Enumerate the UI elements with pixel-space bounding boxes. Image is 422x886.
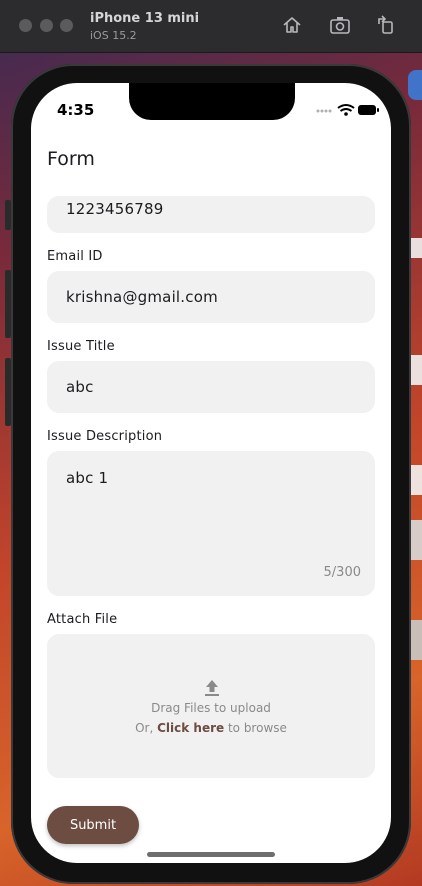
close-window-button[interactable] (19, 19, 32, 32)
browse-link[interactable]: Click here (157, 721, 224, 735)
home-indicator[interactable] (147, 852, 275, 857)
os-version: iOS 15.2 (90, 29, 137, 42)
phone-value: 1223456789 (66, 200, 164, 218)
device-name: iPhone 13 mini (90, 11, 200, 26)
wifi-icon (337, 104, 355, 116)
status-icons (316, 104, 379, 116)
signal-dots-icon (316, 109, 332, 113)
page-title: Form (47, 148, 95, 170)
simulator-title-bar: iPhone 13 mini iOS 15.2 (0, 0, 422, 53)
email-field[interactable]: krishna@gmail.com (47, 271, 375, 323)
status-time: 4:35 (57, 101, 95, 119)
issue-title-label: Issue Title (47, 339, 115, 354)
browse-prefix: Or, (135, 721, 158, 735)
upload-icon (205, 680, 219, 696)
rotate-icon[interactable] (375, 14, 397, 36)
issue-description-value: abc 1 (66, 469, 109, 487)
battery-icon (358, 105, 379, 115)
character-counter: 5/300 (323, 565, 361, 580)
issue-title-value: abc (66, 378, 94, 396)
desktop-folder-icon (408, 70, 422, 100)
volume-up-button (5, 270, 11, 338)
notch (129, 83, 295, 120)
browse-text: Or, Click here to browse (47, 721, 375, 735)
volume-down-button (5, 358, 11, 426)
drag-files-text: Drag Files to upload (151, 701, 271, 715)
email-label: Email ID (47, 249, 103, 264)
issue-description-field[interactable]: abc 1 5/300 (47, 451, 375, 596)
file-drop-zone[interactable]: Drag Files to upload Or, Click here to b… (47, 634, 375, 778)
phone-field[interactable]: 1223456789 (47, 196, 375, 233)
attach-file-label: Attach File (47, 612, 118, 627)
browse-suffix: to browse (224, 721, 287, 735)
mute-switch (5, 200, 11, 230)
issue-description-label: Issue Description (47, 429, 163, 444)
minimize-window-button[interactable] (40, 19, 53, 32)
screenshot-icon[interactable] (329, 14, 351, 36)
home-icon[interactable] (281, 14, 303, 36)
submit-button[interactable]: Submit (47, 806, 139, 844)
email-value: krishna@gmail.com (66, 288, 218, 306)
issue-title-field[interactable]: abc (47, 361, 375, 413)
zoom-window-button[interactable] (60, 19, 73, 32)
